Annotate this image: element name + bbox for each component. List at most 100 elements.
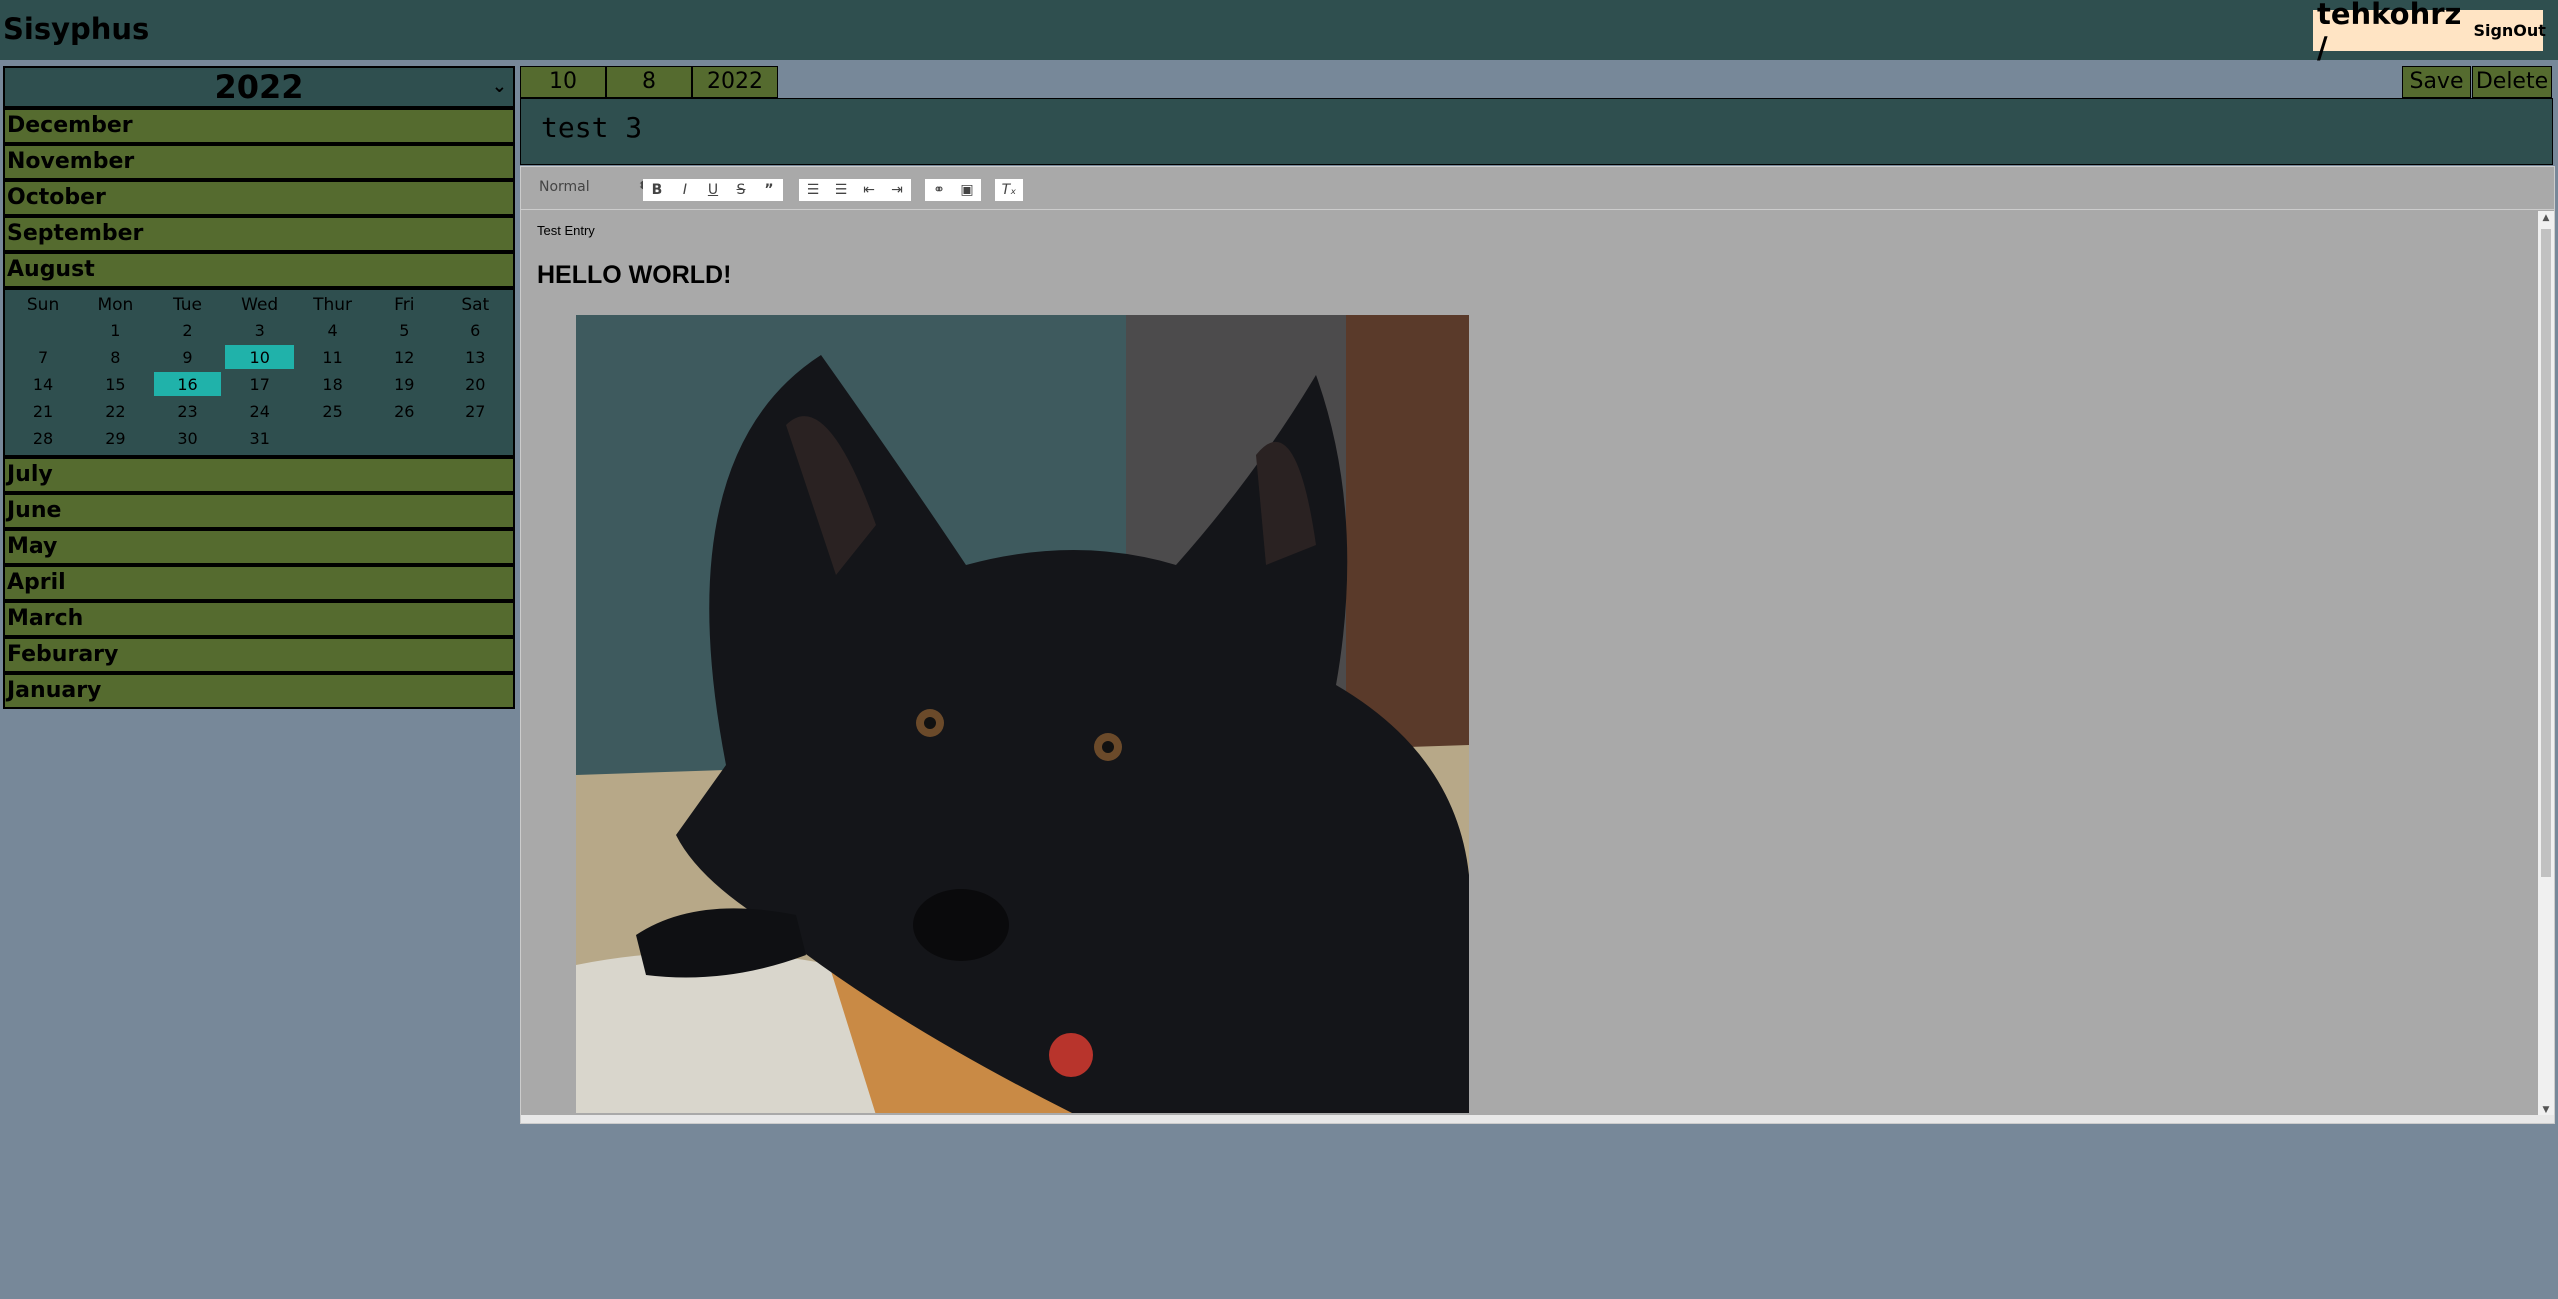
month-item-october[interactable]: October xyxy=(3,180,515,216)
month-item-september[interactable]: September xyxy=(3,216,515,252)
calendar-day[interactable]: 19 xyxy=(371,372,437,396)
calendar-day[interactable]: 1 xyxy=(81,318,150,342)
month-label: Feburary xyxy=(7,642,119,667)
calendar-empty xyxy=(371,426,437,450)
top-bar: Sisyphus tehkohrz / SignOut xyxy=(0,0,2558,65)
strike-icon[interactable]: S xyxy=(727,179,755,201)
weekday-label: Tue xyxy=(172,295,203,315)
calendar-empty xyxy=(9,318,77,342)
calendar-day[interactable]: 30 xyxy=(154,426,222,450)
year-select[interactable]: 2022 ⌄ xyxy=(3,66,515,108)
ordered-list-icon[interactable]: ☰ xyxy=(799,179,827,201)
weekday-label: Mon xyxy=(97,295,134,315)
calendar-days: 1 2 3 4 5 6 7 8 9 10 11 12 13 14 15 16 17 18 19 20 21 22 23 24 2… xyxy=(9,318,509,450)
month-item-april[interactable]: April xyxy=(3,565,515,601)
dog-photo xyxy=(576,315,1469,1113)
save-button[interactable]: Save xyxy=(2402,66,2471,98)
month-field[interactable]: 8 xyxy=(606,66,692,98)
calendar-day[interactable]: 29 xyxy=(81,426,150,450)
entry-title-input[interactable]: test 3 xyxy=(541,111,642,144)
calendar-day[interactable]: 6 xyxy=(442,318,510,342)
calendar-day[interactable]: 23 xyxy=(154,399,222,423)
calendar-day[interactable]: 7 xyxy=(9,345,77,369)
delete-button[interactable]: Delete xyxy=(2472,66,2552,98)
bold-icon[interactable]: B xyxy=(643,179,671,201)
year-value: 2022 xyxy=(214,68,304,106)
calendar-day[interactable]: 2 xyxy=(154,318,222,342)
calendar-day[interactable]: 25 xyxy=(298,399,367,423)
months-before: December November October September August xyxy=(3,108,515,288)
month-item-november[interactable]: November xyxy=(3,144,515,180)
user-box: tehkohrz / SignOut xyxy=(2313,0,2546,65)
month-item-may[interactable]: May xyxy=(3,529,515,565)
calendar-day[interactable]: 10 xyxy=(225,345,295,369)
bullet-list-icon[interactable]: ☰ xyxy=(827,179,855,201)
date-bar: 10 8 2022 Save Delete xyxy=(520,66,2552,98)
editor: Normal ⬍ B I U S ” ☰ ☰ ⇤ ⇥ ⚭ ▣ Tₓ Test E… xyxy=(520,166,2555,1124)
scroll-thumb[interactable] xyxy=(2541,229,2551,877)
underline-icon[interactable]: U xyxy=(699,179,727,201)
calendar-day[interactable]: 21 xyxy=(9,399,77,423)
month-item-july[interactable]: July xyxy=(3,457,515,493)
format-select[interactable]: Normal ⬍ xyxy=(539,179,647,199)
months-after: July June May April March Feburary January xyxy=(3,457,515,709)
italic-icon[interactable]: I xyxy=(671,179,699,201)
month-label: September xyxy=(7,221,144,246)
calendar-day[interactable]: 11 xyxy=(298,345,367,369)
calendar-day[interactable]: 27 xyxy=(442,399,510,423)
indent-icon[interactable]: ⇥ xyxy=(883,179,911,201)
calendar-day[interactable]: 9 xyxy=(154,345,222,369)
scroll-up-icon[interactable]: ▲ xyxy=(2541,213,2551,225)
month-item-feburary[interactable]: Feburary xyxy=(3,637,515,673)
calendar-day[interactable]: 13 xyxy=(442,345,510,369)
calendar-week: 28 29 30 31 xyxy=(9,426,509,450)
month-item-june[interactable]: June xyxy=(3,493,515,529)
sidebar: 2022 ⌄ December November October September A… xyxy=(3,66,515,709)
calendar-day[interactable]: 17 xyxy=(225,372,294,396)
image-icon[interactable]: ▣ xyxy=(953,179,981,201)
quote-icon[interactable]: ” xyxy=(755,179,783,201)
calendar-day[interactable]: 28 xyxy=(9,426,77,450)
outdent-icon[interactable]: ⇤ xyxy=(855,179,883,201)
calendar-day[interactable]: 15 xyxy=(81,372,150,396)
month-item-december[interactable]: December xyxy=(3,108,515,144)
calendar-week: 21 22 23 24 25 26 27 xyxy=(9,399,509,423)
link-icon[interactable]: ⚭ xyxy=(925,179,953,201)
calendar-day[interactable]: 8 xyxy=(81,345,150,369)
calendar-day[interactable]: 12 xyxy=(371,345,437,369)
calendar-day[interactable]: 31 xyxy=(225,426,294,450)
calendar-week: 14 15 16 17 18 19 20 xyxy=(9,372,509,396)
calendar-day[interactable]: 18 xyxy=(298,372,367,396)
calendar-day[interactable]: 5 xyxy=(371,318,437,342)
signout-button[interactable]: SignOut xyxy=(2473,21,2546,40)
month-item-january[interactable]: January xyxy=(3,673,515,709)
entry-heading: HELLO WORLD! xyxy=(537,261,732,289)
month-item-august[interactable]: August xyxy=(3,252,515,288)
weekday-label: Thur xyxy=(313,295,353,315)
weekday-label: Sat xyxy=(461,295,490,315)
editor-content[interactable]: Test Entry HELLO WORLD! xyxy=(521,211,2533,1113)
year-field[interactable]: 2022 xyxy=(692,66,778,98)
weekday-label: Fri xyxy=(394,295,415,315)
month-label: April xyxy=(7,570,66,595)
chevron-down-icon: ⌄ xyxy=(491,76,507,97)
calendar-day[interactable]: 3 xyxy=(225,318,294,342)
month-label: December xyxy=(7,113,133,138)
day-field[interactable]: 10 xyxy=(520,66,606,98)
calendar-day[interactable]: 24 xyxy=(225,399,294,423)
editor-scrollbar[interactable]: ▲ ▼ xyxy=(2538,211,2554,1119)
calendar-day[interactable]: 14 xyxy=(9,372,77,396)
clear-format-icon[interactable]: Tₓ xyxy=(995,179,1023,201)
app-title: Sisyphus xyxy=(3,12,150,46)
calendar-day[interactable]: 26 xyxy=(371,399,437,423)
weekday-label: Sun xyxy=(26,295,60,315)
format-label: Normal xyxy=(539,179,590,195)
calendar: Sun Mon Tue Wed Thur Fri Sat 1 2 3 4 5 6 7 8 9 10 11 12 13… xyxy=(3,288,515,457)
calendar-day[interactable]: 4 xyxy=(298,318,367,342)
calendar-day[interactable]: 22 xyxy=(81,399,150,423)
calendar-day[interactable]: 20 xyxy=(442,372,510,396)
month-item-march[interactable]: March xyxy=(3,601,515,637)
text-style-group: B I U S ” xyxy=(643,179,783,201)
calendar-day[interactable]: 16 xyxy=(153,372,222,396)
user-name: tehkohrz / xyxy=(2317,0,2462,65)
